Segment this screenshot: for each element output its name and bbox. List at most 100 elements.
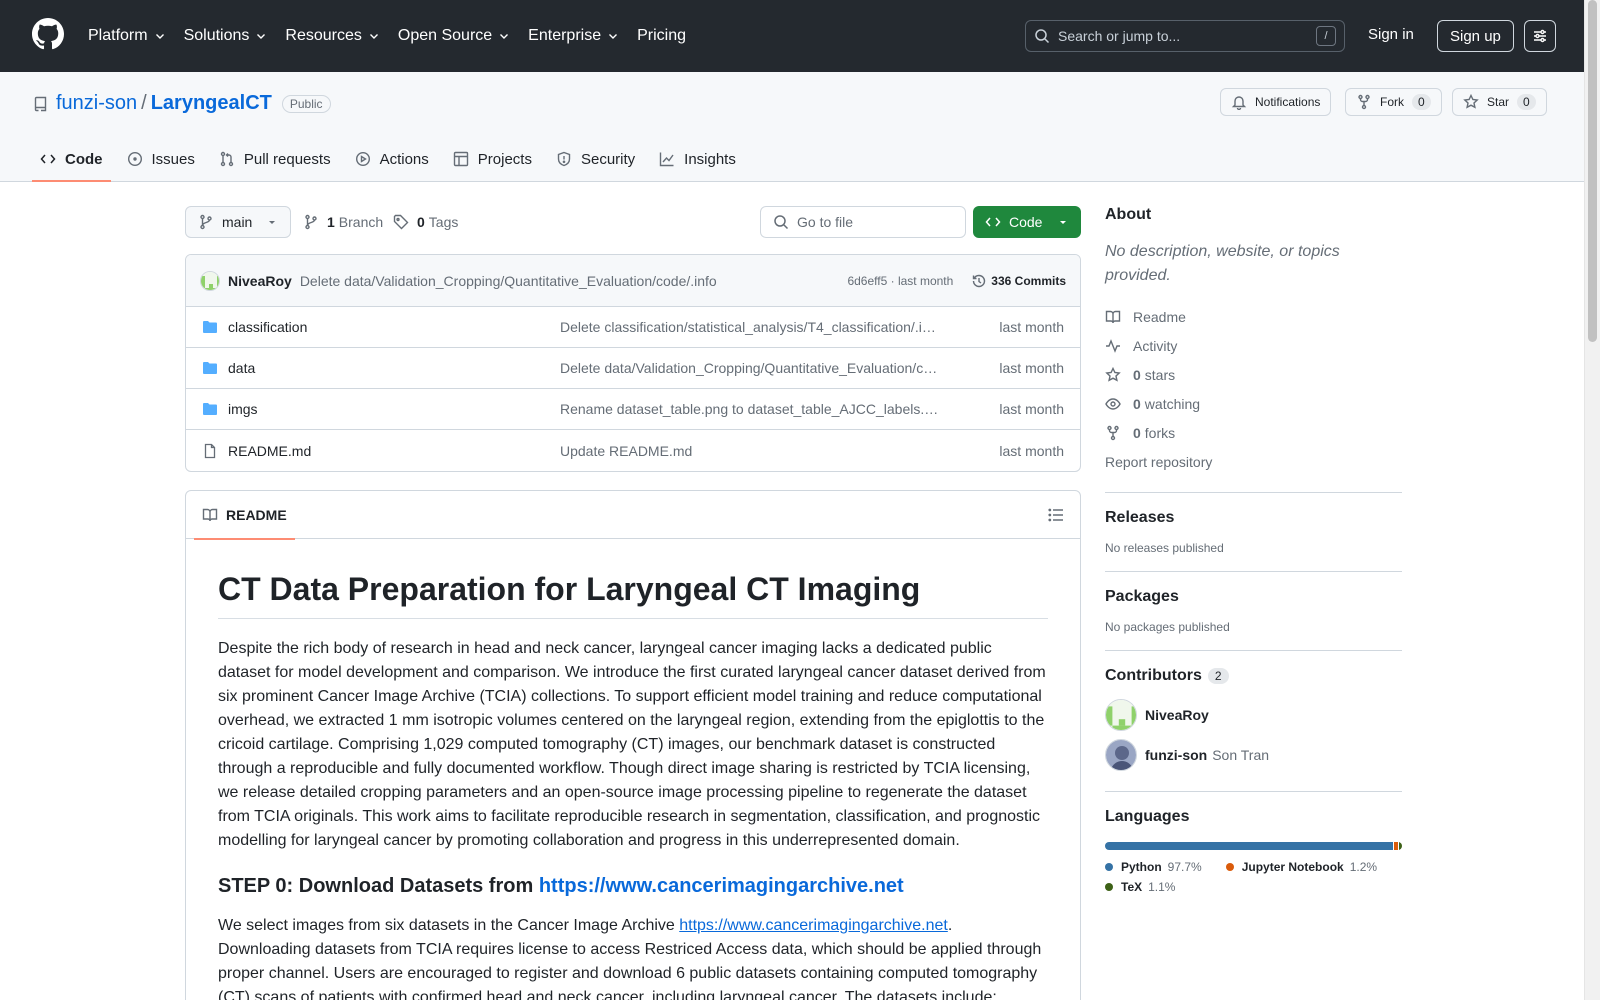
sign-in-link[interactable]: Sign in xyxy=(1368,26,1414,43)
github-logo-icon[interactable] xyxy=(32,18,64,50)
settings-button[interactable] xyxy=(1524,20,1556,52)
language-name: Jupyter Notebook xyxy=(1241,860,1344,874)
code-button[interactable]: Code xyxy=(973,206,1081,238)
readme-header: README xyxy=(186,491,1080,540)
search-input[interactable]: Search or jump to... / xyxy=(1025,20,1345,52)
repo-sidebar: About No description, website, or topics… xyxy=(1105,206,1402,900)
contributor-login[interactable]: funzi-son xyxy=(1145,747,1207,763)
language-color-dot xyxy=(1225,863,1234,871)
file-commit-message[interactable]: Delete data/Validation_Cropping/Quantita… xyxy=(560,360,940,376)
file-name[interactable]: imgs xyxy=(228,401,558,417)
star-button[interactable]: Star 0 xyxy=(1452,88,1547,116)
nav-enterprise[interactable]: Enterprise xyxy=(528,27,619,45)
commits-link[interactable]: 336 Commits xyxy=(971,273,1066,289)
commit-message[interactable]: Delete data/Validation_Cropping/Quantita… xyxy=(300,273,717,289)
code-icon xyxy=(985,217,1001,227)
nav-pricing[interactable]: Pricing xyxy=(637,27,686,45)
commit-hash-time[interactable]: 6d6eff5 · last month xyxy=(847,274,953,288)
readme-tab[interactable]: README xyxy=(194,491,295,540)
contributors-heading[interactable]: Contributors 2 xyxy=(1105,667,1402,685)
divider xyxy=(1105,492,1402,493)
language-item[interactable]: Jupyter Notebook 1.2% xyxy=(1225,860,1378,874)
issue-icon xyxy=(127,151,142,167)
table-of-contents-icon[interactable] xyxy=(1048,507,1064,523)
forks-link[interactable]: 0 forks xyxy=(1105,418,1402,447)
sliders-icon xyxy=(1534,29,1546,43)
file-date: last month xyxy=(999,360,1064,376)
packages-heading[interactable]: Packages xyxy=(1105,588,1402,606)
language-bar-segment xyxy=(1398,842,1402,850)
file-browser: NiveaRoy Delete data/Validation_Cropping… xyxy=(185,254,1081,472)
tab-actions[interactable]: Actions xyxy=(347,136,437,182)
tab-code[interactable]: Code xyxy=(32,136,111,182)
language-list: Python 97.7% Jupyter Notebook 1.2% TeX 1.1% xyxy=(1105,860,1402,900)
activity-link[interactable]: Activity xyxy=(1105,331,1402,360)
nav-solutions[interactable]: Solutions xyxy=(184,27,268,45)
nav-resources[interactable]: Resources xyxy=(285,27,379,45)
tcia-heading-link[interactable]: https://www.cancerimagingarchive.net xyxy=(539,875,904,897)
commit-author[interactable]: NiveaRoy xyxy=(228,273,292,289)
language-item[interactable]: Python 97.7% xyxy=(1105,860,1202,874)
star-count: 0 xyxy=(1517,94,1536,110)
page-scrollbar[interactable] xyxy=(1584,0,1600,1000)
file-commit-message[interactable]: Rename dataset_table.png to dataset_tabl… xyxy=(560,401,940,417)
repo-name-link[interactable]: LaryngealCT xyxy=(151,92,272,115)
chevron-down-icon xyxy=(257,34,266,39)
sign-up-button[interactable]: Sign up xyxy=(1437,20,1514,52)
contributor-item[interactable]: NiveaRoy xyxy=(1105,695,1402,735)
report-repository-link[interactable]: Report repository xyxy=(1105,447,1402,476)
readme-title: CT Data Preparation for Laryngeal CT Ima… xyxy=(218,571,1048,619)
file-row[interactable]: data Delete data/Validation_Cropping/Qua… xyxy=(186,348,1080,389)
file-row[interactable]: classification Delete classification/sta… xyxy=(186,307,1080,348)
tab-issues[interactable]: Issues xyxy=(119,136,203,182)
language-bar-segment xyxy=(1105,842,1394,850)
user-photo-icon xyxy=(1106,740,1136,770)
language-color-dot xyxy=(1105,883,1113,891)
avatar[interactable] xyxy=(1105,739,1137,771)
file-name[interactable]: classification xyxy=(228,319,558,335)
contributor-login[interactable]: NiveaRoy xyxy=(1145,707,1209,723)
file-commit-message[interactable]: Delete classification/statistical_analys… xyxy=(560,319,940,335)
file-name[interactable]: data xyxy=(228,360,558,376)
tcia-link[interactable]: https://www.cancerimagingarchive.net xyxy=(679,917,948,934)
repo-header: funzi-son / LaryngealCT Public Notificat… xyxy=(0,72,1584,182)
avatar[interactable] xyxy=(1105,699,1137,731)
notifications-button[interactable]: Notifications xyxy=(1220,88,1332,116)
nav-platform[interactable]: Platform xyxy=(88,27,166,45)
avatar[interactable] xyxy=(200,270,220,291)
tab-pull-requests[interactable]: Pull requests xyxy=(211,136,339,182)
nav-open-source[interactable]: Open Source xyxy=(398,27,510,45)
contributor-fullname: Son Tran xyxy=(1212,747,1270,763)
language-bar-segment xyxy=(1394,842,1398,850)
readme-link[interactable]: Readme xyxy=(1105,302,1402,331)
go-to-file-input[interactable]: Go to file xyxy=(760,206,966,238)
releases-heading[interactable]: Releases xyxy=(1105,509,1402,527)
file-commit-message[interactable]: Update README.md xyxy=(560,443,940,459)
readme-step0-text: We select images from six datasets in th… xyxy=(218,917,1042,1000)
repo-owner-link[interactable]: funzi-son xyxy=(56,92,137,115)
contributors-count: 2 xyxy=(1207,668,1229,684)
file-name[interactable]: README.md xyxy=(228,443,558,459)
watching-link[interactable]: 0 watching xyxy=(1105,389,1402,418)
shield-icon xyxy=(557,151,571,167)
readme-body: CT Data Preparation for Laryngeal CT Ima… xyxy=(186,539,1080,1000)
global-header: Platform Solutions Resources Open Source… xyxy=(0,0,1584,72)
language-item[interactable]: TeX 1.1% xyxy=(1105,880,1175,894)
language-name: Python xyxy=(1121,860,1162,874)
fork-icon xyxy=(1107,425,1119,440)
file-row[interactable]: README.md Update README.md last month xyxy=(186,430,1080,471)
language-percent: 1.2% xyxy=(1349,860,1378,874)
tab-security[interactable]: Security xyxy=(548,136,643,182)
tags-link[interactable]: 0 Tags xyxy=(393,214,458,230)
branches-link[interactable]: 1 Branch xyxy=(303,214,383,230)
folder-icon xyxy=(203,362,217,374)
branch-selector[interactable]: main xyxy=(185,206,292,238)
about-heading: About xyxy=(1105,206,1152,223)
file-row[interactable]: imgs Rename dataset_table.png to dataset… xyxy=(186,389,1080,430)
fork-button[interactable]: Fork 0 xyxy=(1345,88,1442,116)
tab-projects[interactable]: Projects xyxy=(445,136,540,182)
scrollbar-thumb[interactable] xyxy=(1588,0,1597,342)
stars-link[interactable]: 0 stars xyxy=(1105,360,1402,389)
tab-insights[interactable]: Insights xyxy=(651,136,744,182)
contributor-item[interactable]: funzi-son Son Tran xyxy=(1105,735,1402,775)
